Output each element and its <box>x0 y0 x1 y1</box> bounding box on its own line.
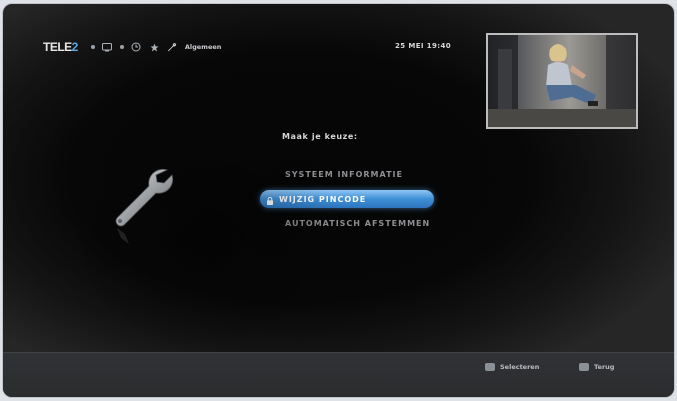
settings-wrench-icon <box>115 169 173 244</box>
bottom-hint-bar: Selecteren Terug <box>3 352 674 397</box>
live-tv-preview[interactable] <box>486 33 638 129</box>
clock-display: 25 MEI 19:40 <box>395 42 452 50</box>
section-label: Algemeen <box>184 43 222 51</box>
tele2-logo: TELE2 <box>43 40 78 54</box>
tv-screen: TELE2 Algemeen 25 MEI 19:40 Maak je keuz… <box>3 4 674 397</box>
lock-icon <box>267 190 273 209</box>
separator-dot <box>119 45 124 49</box>
select-hint[interactable]: Selecteren <box>485 363 539 371</box>
live-tv-preview-image <box>488 35 636 127</box>
back-key-icon <box>579 363 589 371</box>
menu-item-systeem-informatie[interactable]: SYSTEEM INFORMATIE <box>285 170 403 179</box>
menu-item-wijzig-pincode[interactable]: WIJZIG PINCODE <box>260 190 434 208</box>
tv-icon[interactable] <box>102 42 113 53</box>
star-icon[interactable] <box>149 42 160 53</box>
hint-label: Terug <box>594 363 615 371</box>
wrench-icon[interactable] <box>167 42 178 53</box>
hint-label: Selecteren <box>500 363 540 371</box>
separator-dot <box>90 45 95 49</box>
top-navigation-bar: TELE2 Algemeen <box>43 38 221 56</box>
ok-key-icon <box>485 363 495 371</box>
menu-item-automatisch-afstemmen[interactable]: AUTOMATISCH AFSTEMMEN <box>285 219 430 228</box>
clock-icon[interactable] <box>131 42 142 53</box>
back-hint[interactable]: Terug <box>579 363 614 371</box>
menu-title: Maak je keuze: <box>282 132 358 141</box>
menu-item-label: WIJZIG PINCODE <box>279 194 367 204</box>
